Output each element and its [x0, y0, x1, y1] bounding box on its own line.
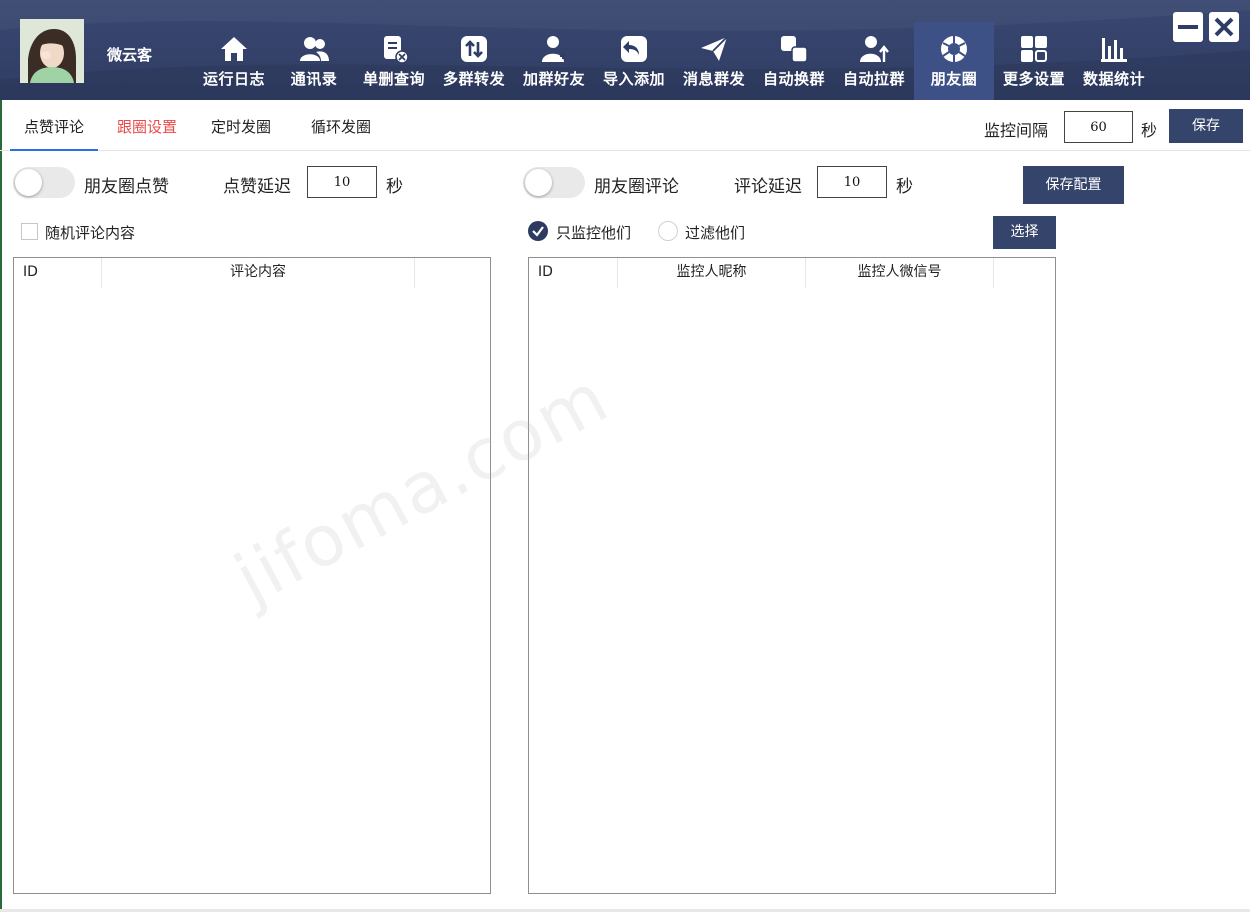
nav-add-group-friends[interactable]: 加群好友: [514, 22, 594, 100]
nav-auto-switch-group[interactable]: 自动换群: [754, 22, 834, 100]
send-icon: [701, 36, 728, 61]
switch-group-icon: [781, 36, 808, 63]
nav-mass-message[interactable]: 消息群发: [674, 22, 754, 100]
save-config-button[interactable]: 保存配置: [1023, 166, 1124, 204]
forward-icon: [461, 36, 487, 62]
nav-label: 自动拉群: [842, 70, 905, 88]
nav-label: 消息群发: [682, 70, 745, 88]
close-icon: [1214, 17, 1234, 37]
contacts-icon: [300, 37, 329, 61]
tab-loop-post[interactable]: 循环发圈: [300, 100, 382, 151]
save-button[interactable]: 保存: [1169, 109, 1243, 143]
home-icon: [221, 37, 247, 61]
table-header: ID 监控人昵称 监控人微信号: [529, 258, 1055, 288]
toggle-knob: [15, 169, 42, 196]
random-comment-label: 随机评论内容: [45, 224, 136, 242]
nav-delete-check[interactable]: 单删查询: [354, 22, 434, 100]
add-friend-icon: [542, 36, 566, 62]
tab-bar: 点赞评论 跟圈设置 定时发圈 循环发圈: [0, 100, 1250, 151]
moments-icon: [941, 36, 967, 62]
nav-more-settings[interactable]: 更多设置: [994, 22, 1074, 100]
comment-toggle[interactable]: [523, 167, 585, 198]
comment-content-table[interactable]: ID 评论内容: [13, 257, 491, 894]
like-toggle[interactable]: [13, 167, 75, 198]
tab-follow-settings[interactable]: 跟圈设置: [107, 100, 187, 151]
column-header-nickname[interactable]: 监控人昵称: [618, 258, 806, 288]
comment-delay-label: 评论延迟: [734, 177, 802, 197]
minimize-icon: [1178, 25, 1198, 29]
column-header-wechat-id[interactable]: 监控人微信号: [806, 258, 994, 288]
nav-label: 朋友圈: [930, 70, 978, 88]
nav-label: 通讯录: [290, 70, 338, 88]
like-delay-unit: 秒: [386, 177, 403, 197]
delete-check-icon: [384, 36, 409, 64]
like-delay-input[interactable]: [307, 166, 377, 198]
only-monitor-label: 只监控他们: [556, 224, 632, 242]
nav-data-stats[interactable]: 数据统计: [1074, 22, 1154, 100]
random-comment-checkbox[interactable]: [21, 223, 38, 240]
username: 微云客: [107, 46, 153, 64]
tab-like-comment[interactable]: 点赞评论: [10, 100, 98, 151]
check-icon: [532, 226, 544, 237]
grid-icon: [1021, 36, 1047, 62]
minimize-button[interactable]: [1173, 12, 1203, 42]
monitor-interval-unit: 秒: [1141, 121, 1158, 140]
select-button[interactable]: 选择: [993, 216, 1056, 249]
only-monitor-radio[interactable]: [528, 221, 548, 241]
monitor-interval-input[interactable]: [1064, 111, 1133, 143]
window-edge: [0, 100, 2, 912]
nav-import-add[interactable]: 导入添加: [594, 22, 674, 100]
like-toggle-label: 朋友圈点赞: [84, 177, 169, 197]
nav-label: 自动换群: [762, 70, 825, 88]
nav-multi-forward[interactable]: 多群转发: [434, 22, 514, 100]
monitor-people-table[interactable]: ID 监控人昵称 监控人微信号: [528, 257, 1056, 894]
nav-label: 单删查询: [362, 70, 425, 88]
column-header-comment-content[interactable]: 评论内容: [102, 258, 415, 288]
tab-timed-post[interactable]: 定时发圈: [200, 100, 282, 151]
close-button[interactable]: [1209, 12, 1239, 42]
nav-moments[interactable]: 朋友圈: [914, 22, 994, 100]
nav-label: 加群好友: [522, 70, 585, 88]
table-header: ID 评论内容: [14, 258, 490, 288]
comment-delay-input[interactable]: [817, 166, 887, 198]
filter-them-radio[interactable]: [658, 221, 678, 241]
column-header-id[interactable]: ID: [529, 258, 618, 288]
nav-label: 多群转发: [442, 70, 505, 88]
comment-delay-unit: 秒: [896, 177, 913, 197]
avatar[interactable]: [20, 19, 84, 83]
nav-label: 更多设置: [1002, 70, 1065, 88]
bar-chart-icon: [1101, 38, 1127, 62]
filter-them-label: 过滤他们: [685, 224, 746, 242]
column-header-id[interactable]: ID: [14, 258, 102, 288]
nav-label: 运行日志: [202, 70, 265, 88]
comment-toggle-label: 朋友圈评论: [594, 177, 679, 197]
nav-contacts[interactable]: 通讯录: [274, 22, 354, 100]
nav-auto-pull-group[interactable]: 自动拉群: [834, 22, 914, 100]
import-icon: [621, 36, 647, 62]
toggle-knob: [525, 169, 552, 196]
monitor-interval-label: 监控间隔: [984, 121, 1049, 140]
pull-group-icon: [860, 36, 889, 62]
title-bar: 微云客 运行日志 通讯录 单删查询 多群转发 加群好友 导入添加 消息群发 自动…: [0, 0, 1250, 100]
like-delay-label: 点赞延迟: [223, 177, 291, 197]
nav-label: 导入添加: [602, 70, 665, 88]
nav-run-log[interactable]: 运行日志: [194, 22, 274, 100]
nav-label: 数据统计: [1082, 70, 1145, 88]
